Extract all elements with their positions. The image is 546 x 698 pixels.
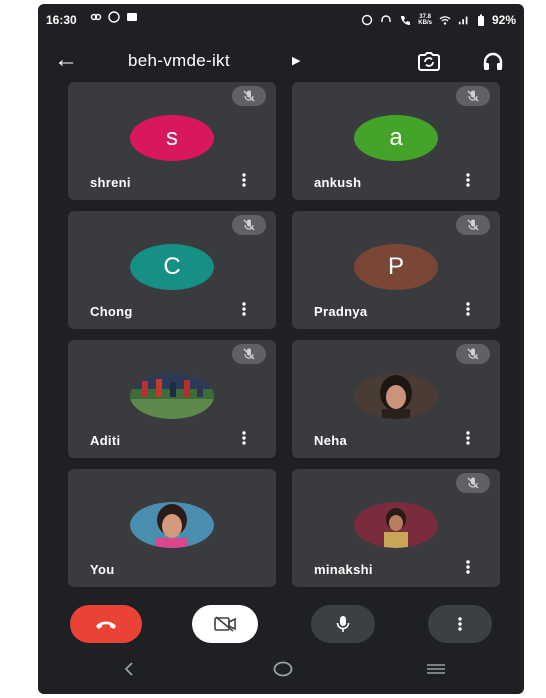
status-time: 16:30 xyxy=(46,13,77,27)
battery-icon xyxy=(477,14,484,26)
avatar-photo xyxy=(130,373,214,419)
battery-level: 92% xyxy=(491,13,516,27)
more-vert-icon[interactable] xyxy=(242,430,246,446)
mic-off-icon xyxy=(232,86,266,106)
end-call-button[interactable] xyxy=(70,605,142,643)
participant-name: Neha xyxy=(314,433,347,448)
participant-tile-chong[interactable]: C Chong xyxy=(68,211,276,329)
participant-name: minakshi xyxy=(314,562,373,577)
participant-name: Aditi xyxy=(90,433,121,448)
nav-recents-icon[interactable] xyxy=(425,661,447,677)
network-speed: 37.8 KB/s xyxy=(418,14,432,26)
mic-off-icon xyxy=(456,215,490,235)
avatar: P xyxy=(354,244,438,290)
participant-name: shreni xyxy=(90,175,131,190)
participant-name: Chong xyxy=(90,304,133,319)
mic-icon xyxy=(336,616,350,632)
link-icon xyxy=(90,13,102,21)
avatar-photo xyxy=(130,502,214,548)
more-options-button[interactable] xyxy=(428,605,492,643)
participant-name: You xyxy=(90,562,115,577)
mic-off-icon xyxy=(456,473,490,493)
camera-off-icon xyxy=(214,616,236,632)
participant-tile-shreni[interactable]: s shreni xyxy=(68,82,276,200)
more-vert-icon[interactable] xyxy=(466,430,470,446)
expand-arrow-icon[interactable]: ▶ xyxy=(292,54,300,67)
app-bar: ← beh-vmde-ikt ▶ xyxy=(38,42,524,82)
participant-tile-ankush[interactable]: a ankush xyxy=(292,82,500,200)
camera-toggle-button[interactable] xyxy=(192,605,258,643)
alarm-icon xyxy=(362,14,373,26)
avatar: s xyxy=(130,115,214,161)
mic-off-icon xyxy=(456,344,490,364)
more-vert-icon[interactable] xyxy=(466,301,470,317)
participant-tile-you[interactable]: You xyxy=(68,469,276,587)
avatar: C xyxy=(130,244,214,290)
avatar-photo xyxy=(354,373,438,419)
avatar-photo xyxy=(354,502,438,548)
more-vert-icon[interactable] xyxy=(242,172,246,188)
end-call-icon xyxy=(96,621,116,629)
whatsapp-icon xyxy=(108,11,120,23)
avatar: a xyxy=(354,115,438,161)
participant-tile-aditi[interactable]: Aditi xyxy=(68,340,276,458)
phone-screen: 16:30 37.8 KB/s 92% ← beh-vmde-ikt ▶ s s… xyxy=(38,4,524,694)
participant-name: ankush xyxy=(314,175,362,190)
back-arrow-icon[interactable]: ← xyxy=(54,48,78,72)
switch-camera-icon[interactable] xyxy=(416,50,442,74)
participant-tile-minakshi[interactable]: minakshi xyxy=(292,469,500,587)
more-vert-icon[interactable] xyxy=(242,301,246,317)
microphone-button[interactable] xyxy=(311,605,375,643)
headset-status-icon xyxy=(381,15,391,22)
participant-tile-pradnya[interactable]: P Pradnya xyxy=(292,211,500,329)
mic-off-icon xyxy=(232,215,266,235)
nav-back-icon[interactable] xyxy=(124,661,134,677)
headset-icon[interactable] xyxy=(481,50,505,74)
nav-home-icon[interactable] xyxy=(273,661,293,677)
mic-off-icon xyxy=(456,86,490,106)
call-status-icon xyxy=(401,16,411,25)
participant-name: Pradnya xyxy=(314,304,368,319)
wifi-icon xyxy=(439,16,451,25)
meeting-code[interactable]: beh-vmde-ikt xyxy=(128,51,230,71)
status-bar: 16:30 37.8 KB/s 92% xyxy=(38,4,524,36)
more-vert-icon[interactable] xyxy=(466,559,470,575)
signal-icon xyxy=(458,16,468,25)
message-icon xyxy=(127,13,137,21)
participant-tile-neha[interactable]: Neha xyxy=(292,340,500,458)
more-vert-icon[interactable] xyxy=(466,172,470,188)
more-vert-icon xyxy=(458,617,462,631)
mic-off-icon xyxy=(232,344,266,364)
